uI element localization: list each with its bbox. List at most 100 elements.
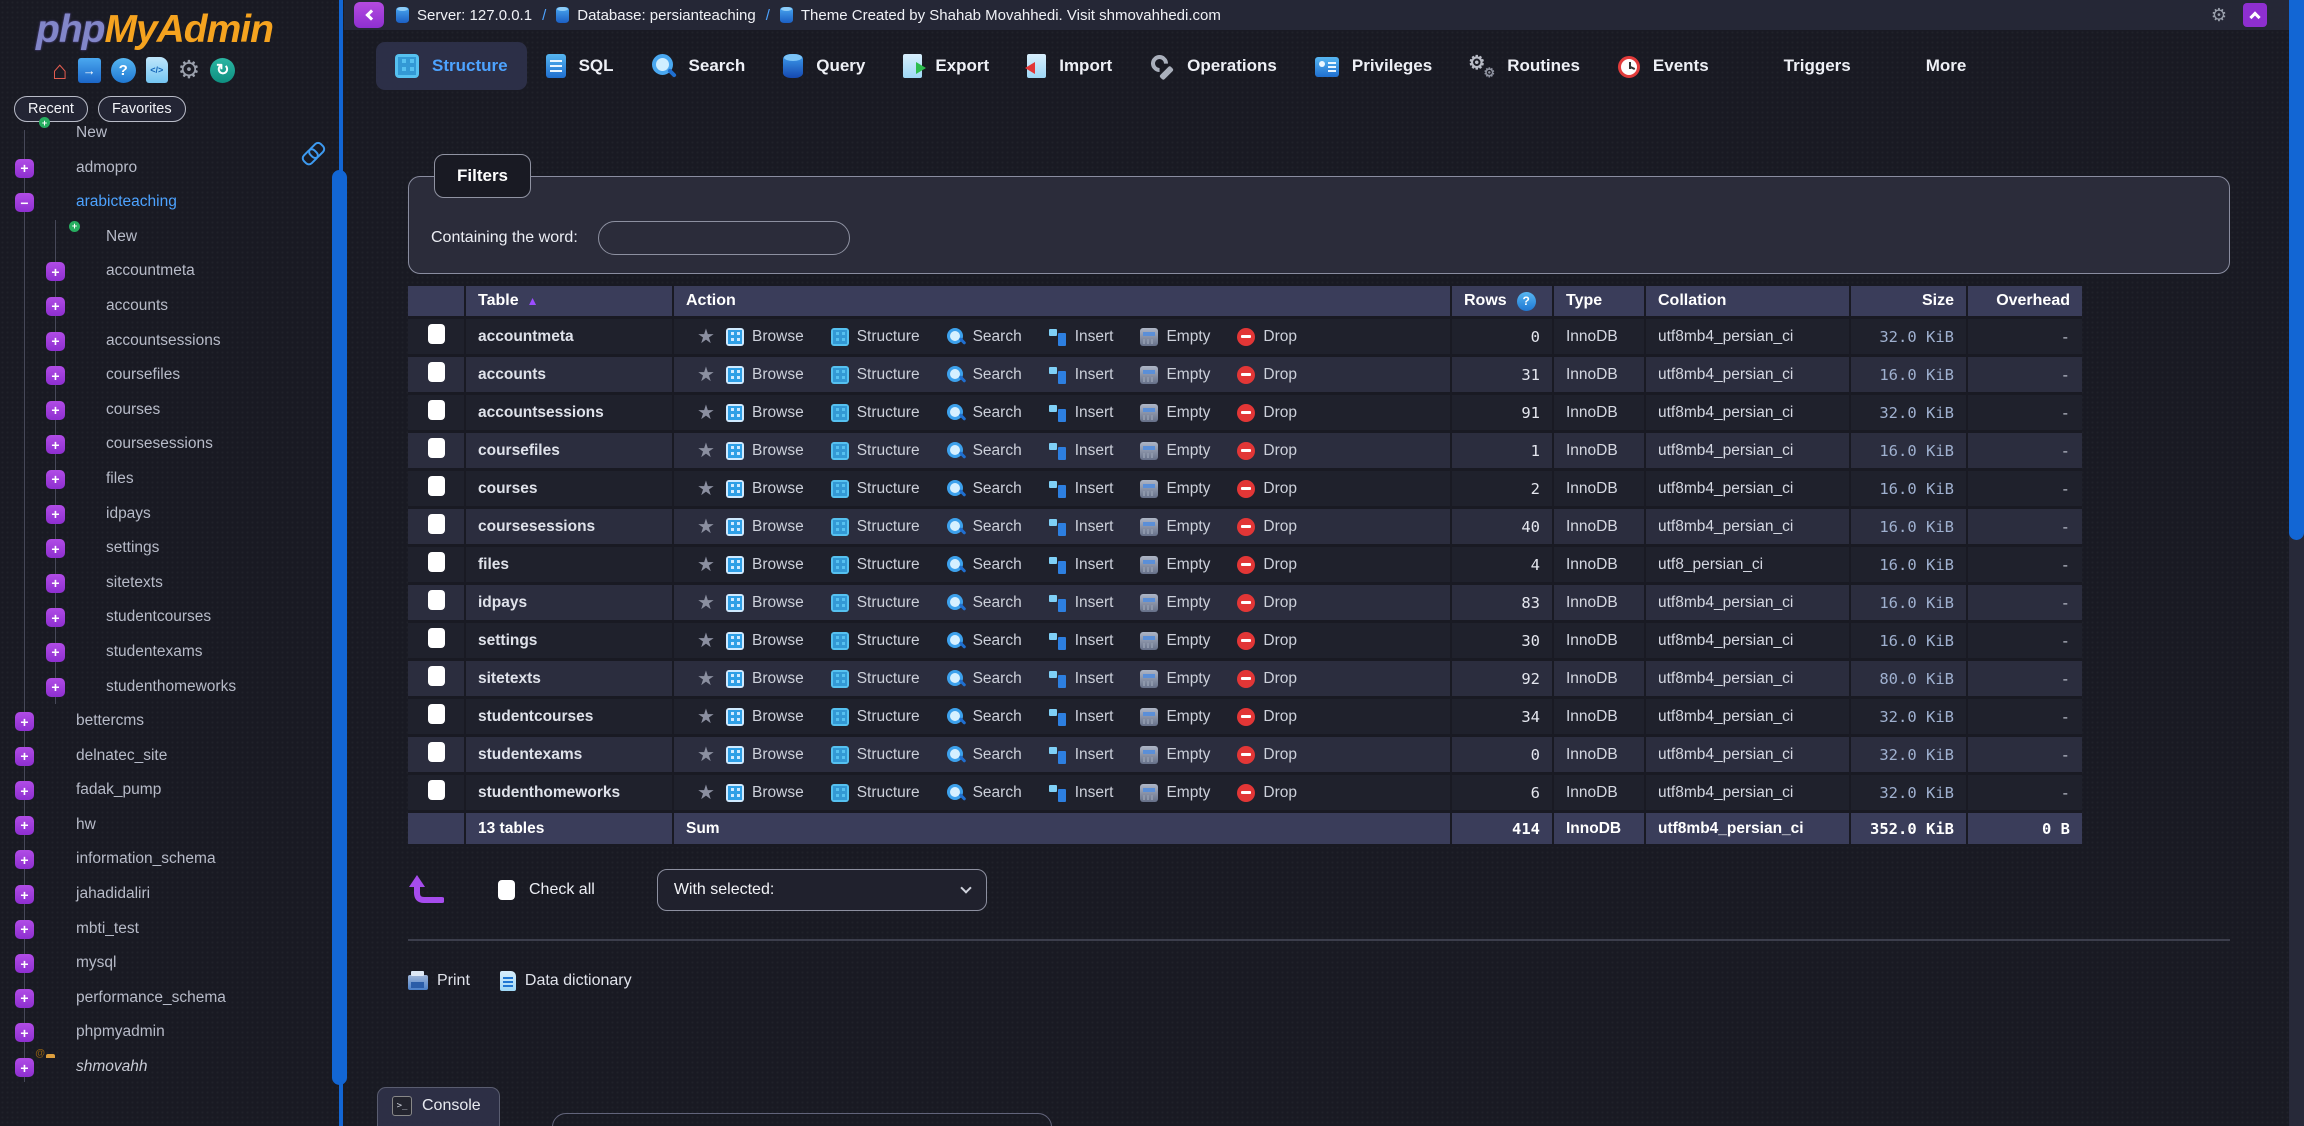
favorite-star-icon[interactable]: ★ [686,552,726,577]
action-empty[interactable]: Empty [1140,366,1210,384]
tab-routines[interactable]: Routines [1451,42,1599,90]
action-browse[interactable]: Browse [726,708,804,726]
row-size-cell[interactable]: 16.0 KiB [1851,433,1968,471]
action-insert[interactable]: Insert [1049,556,1114,574]
action-insert[interactable]: Insert [1049,746,1114,764]
action-empty[interactable]: Empty [1140,518,1210,536]
action-browse[interactable]: Browse [726,366,804,384]
action-search[interactable]: Search [947,366,1022,384]
action-search[interactable]: Search [947,708,1022,726]
tree-expander[interactable]: + [15,816,34,835]
action-structure[interactable]: Structure [831,518,920,536]
sidebar-item-accountsessions[interactable]: + accountsessions [0,324,338,359]
tree-expander[interactable]: + [46,574,65,593]
action-browse[interactable]: Browse [726,480,804,498]
action-search[interactable]: Search [947,480,1022,498]
table-name-link[interactable]: coursefiles [478,442,560,459]
phpmyadmin-logo[interactable]: phpMyAdmin [36,8,338,52]
tree-expander[interactable]: + [46,262,65,281]
table-name-link[interactable]: accountmeta [478,328,574,345]
table-name-link[interactable]: settings [478,632,537,649]
tab-operations[interactable]: Operations [1131,42,1296,90]
table-name-link[interactable]: accountsessions [478,404,604,421]
action-insert[interactable]: Insert [1049,328,1114,346]
favorite-star-icon[interactable]: ★ [686,514,726,539]
sidebar-item-shmovahh[interactable]: + shmovahh [0,1050,338,1085]
header-type[interactable]: Type [1554,286,1646,319]
back-button[interactable] [354,2,384,28]
containing-word-input[interactable] [598,221,850,255]
action-insert[interactable]: Insert [1049,480,1114,498]
tab-query[interactable]: Query [764,42,884,90]
row-size-cell[interactable]: 16.0 KiB [1851,547,1968,585]
tab-triggers[interactable]: Triggers [1728,42,1870,90]
tree-expander[interactable]: + [46,401,65,420]
action-empty[interactable]: Empty [1140,556,1210,574]
row-size-cell[interactable]: 16.0 KiB [1851,471,1968,509]
home-icon[interactable]: ⌂ [52,55,68,86]
action-insert[interactable]: Insert [1049,708,1114,726]
row-checkbox[interactable] [428,514,445,534]
sidebar-item-phpmyadmin[interactable]: + phpmyadmin [0,1015,338,1050]
breadcrumb-database[interactable]: Database: persianteaching [577,7,755,24]
action-search[interactable]: Search [947,746,1022,764]
action-structure[interactable]: Structure [831,404,920,422]
tree-expander[interactable]: − [15,193,34,212]
sidebar-item-new[interactable]: New [0,116,338,151]
refresh-icon[interactable]: ↻ [210,58,235,83]
action-drop[interactable]: Drop [1237,442,1297,460]
action-empty[interactable]: Empty [1140,670,1210,688]
sidebar-item-admopro[interactable]: + admopro [0,151,338,186]
action-drop[interactable]: Drop [1237,556,1297,574]
action-structure[interactable]: Structure [831,632,920,650]
action-insert[interactable]: Insert [1049,784,1114,802]
action-structure[interactable]: Structure [831,328,920,346]
tree-expander[interactable]: + [15,850,34,869]
action-search[interactable]: Search [947,328,1022,346]
action-drop[interactable]: Drop [1237,784,1297,802]
action-structure[interactable]: Structure [831,442,920,460]
action-search[interactable]: Search [947,518,1022,536]
sidebar-item-accountmeta[interactable]: + accountmeta [0,254,338,289]
header-size[interactable]: Size [1851,286,1968,319]
action-browse[interactable]: Browse [726,518,804,536]
action-search[interactable]: Search [947,670,1022,688]
row-checkbox[interactable] [428,362,445,382]
tree-expander[interactable]: + [46,505,65,524]
tree-expander[interactable]: + [46,608,65,627]
row-checkbox[interactable] [428,400,445,420]
row-size-cell[interactable]: 32.0 KiB [1851,319,1968,357]
action-browse[interactable]: Browse [726,746,804,764]
row-size-cell[interactable]: 16.0 KiB [1851,623,1968,661]
sidebar-item-accounts[interactable]: + accounts [0,289,338,324]
row-checkbox[interactable] [428,590,445,610]
tree-expander[interactable]: + [15,712,34,731]
sidebar-item-courses[interactable]: + courses [0,393,338,428]
action-structure[interactable]: Structure [831,366,920,384]
breadcrumb-server[interactable]: Server: 127.0.0.1 [417,7,532,24]
header-collation[interactable]: Collation [1646,286,1851,319]
tab-export[interactable]: Export [884,42,1008,90]
logout-icon[interactable]: → [78,58,101,83]
action-insert[interactable]: Insert [1049,632,1114,650]
action-drop[interactable]: Drop [1237,366,1297,384]
tree-expander[interactable]: + [15,747,34,766]
action-browse[interactable]: Browse [726,442,804,460]
sidebar-item-hw[interactable]: + hw [0,808,338,843]
tab-privileges[interactable]: Privileges [1296,43,1451,89]
row-size-cell[interactable]: 32.0 KiB [1851,775,1968,813]
row-checkbox[interactable] [428,324,445,344]
favorite-star-icon[interactable]: ★ [686,742,726,767]
tree-expander[interactable]: + [46,297,65,316]
sidebar-item-bettercms[interactable]: + bettercms [0,704,338,739]
action-search[interactable]: Search [947,442,1022,460]
action-search[interactable]: Search [947,632,1022,650]
sidebar-item-files[interactable]: + files [0,462,338,497]
row-checkbox[interactable] [428,552,445,572]
header-table[interactable]: Table▲ [466,286,674,319]
tab-import[interactable]: Import [1008,42,1131,90]
favorite-star-icon[interactable]: ★ [686,438,726,463]
action-search[interactable]: Search [947,404,1022,422]
print-link[interactable]: Print [408,971,470,990]
tree-expander[interactable]: + [15,885,34,904]
